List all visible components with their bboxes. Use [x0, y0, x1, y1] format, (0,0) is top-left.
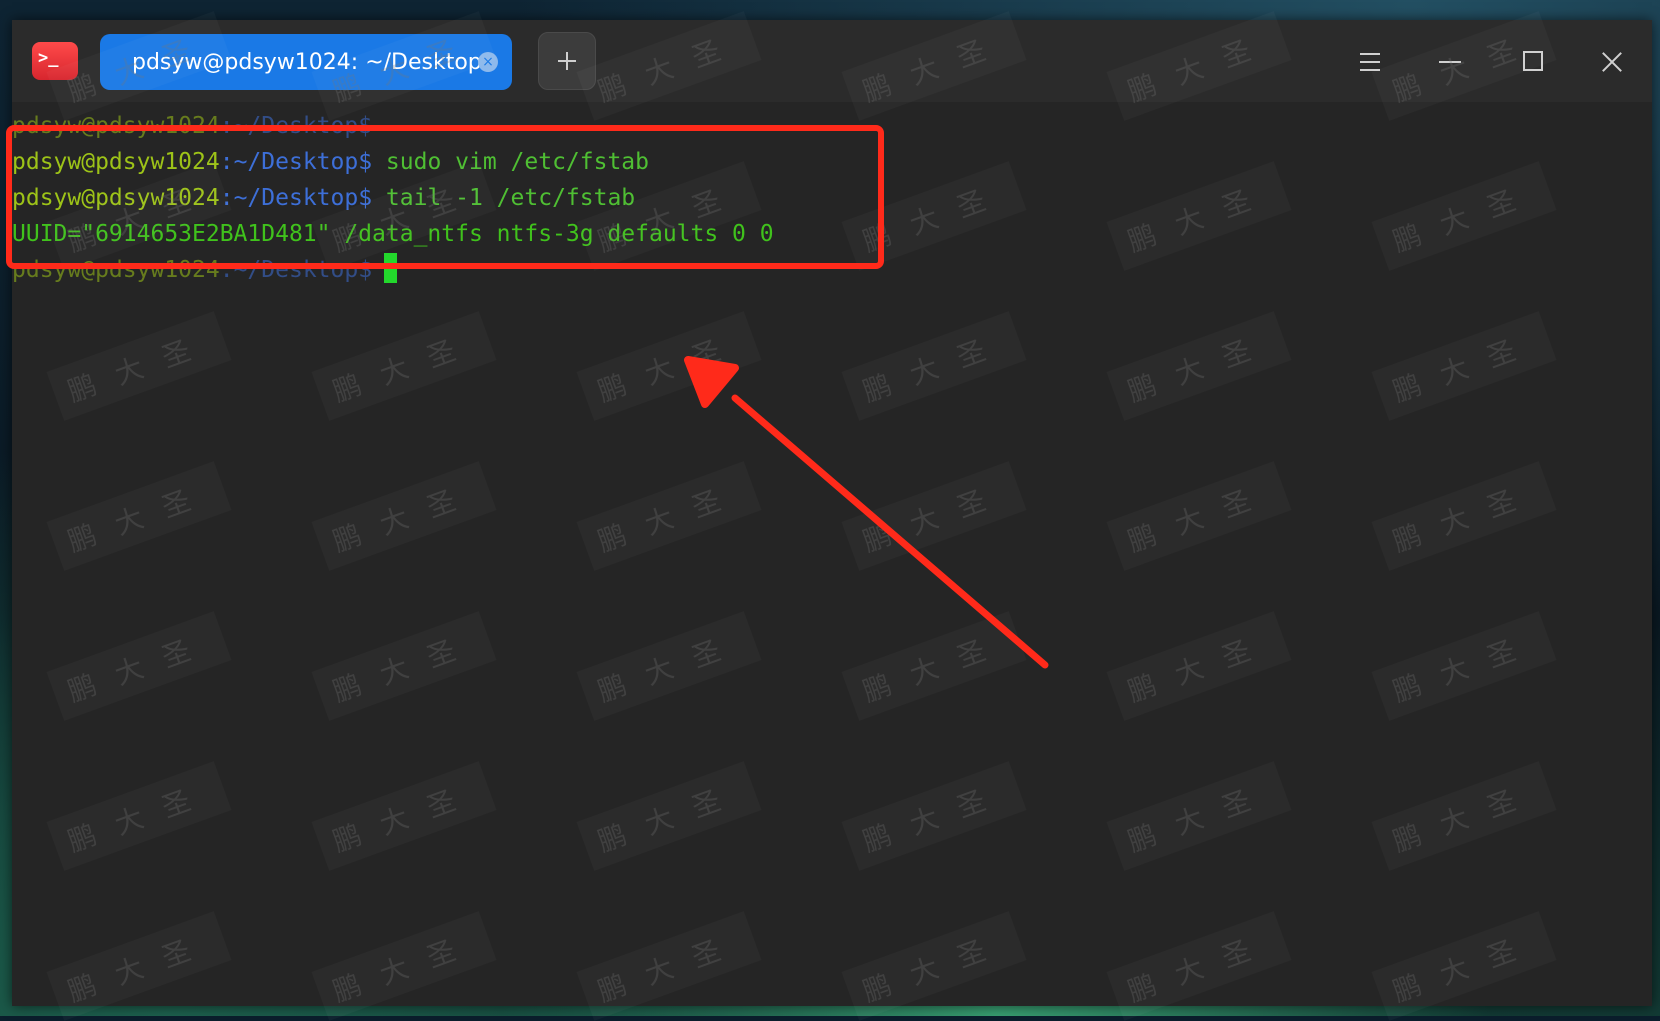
- terminal-line-0: pdsyw@pdsyw1024:~/Desktop$: [12, 108, 372, 144]
- prompt-path: ~/Desktop: [233, 149, 359, 175]
- terminal-line-2: pdsyw@pdsyw1024:~/Desktop$ tail -1 /etc/…: [12, 180, 635, 216]
- new-tab-button[interactable]: [538, 32, 596, 90]
- prompt-separator: :: [219, 113, 234, 139]
- prompt-user: pdsyw@pdsyw1024: [12, 185, 220, 211]
- prompt-user: pdsyw@pdsyw1024: [12, 257, 220, 283]
- terminal-line-1: pdsyw@pdsyw1024:~/Desktop$ sudo vim /etc…: [12, 144, 649, 180]
- close-icon[interactable]: [1592, 42, 1632, 82]
- terminal-app-icon-glyph: >_: [38, 47, 59, 68]
- titlebar: >_ pdsyw@pdsyw1024: ~/Desktop ×: [12, 20, 1652, 102]
- command-output: UUID="6914653E2BA1D481" /data_ntfs ntfs-…: [12, 221, 774, 247]
- command-text: tail -1 /etc/fstab: [372, 185, 636, 211]
- terminal-output-area[interactable]: pdsyw@pdsyw1024:~/Desktop$ pdsyw@pdsyw10…: [12, 102, 1652, 1006]
- prompt-path: ~/Desktop: [233, 113, 359, 139]
- command-text: sudo vim /etc/fstab: [372, 149, 650, 175]
- prompt-user: pdsyw@pdsyw1024: [12, 113, 220, 139]
- menu-icon[interactable]: [1350, 42, 1390, 82]
- prompt-separator: :: [219, 257, 234, 283]
- terminal-line-4: pdsyw@pdsyw1024:~/Desktop$: [12, 252, 398, 288]
- prompt-dollar: $: [358, 149, 373, 175]
- terminal-line-3: UUID="6914653E2BA1D481" /data_ntfs ntfs-…: [12, 216, 774, 252]
- prompt-separator: :: [219, 149, 234, 175]
- maximize-icon[interactable]: [1512, 42, 1552, 82]
- terminal-window: >_ pdsyw@pdsyw1024: ~/Desktop × pdsyw@pd…: [12, 20, 1652, 1006]
- prompt-dollar: $: [358, 257, 373, 283]
- minimize-icon[interactable]: [1430, 42, 1470, 82]
- prompt-dollar: $: [358, 113, 373, 139]
- prompt-user: pdsyw@pdsyw1024: [12, 149, 220, 175]
- tab-title: pdsyw@pdsyw1024: ~/Desktop: [132, 49, 482, 75]
- terminal-app-icon: >_: [32, 42, 78, 80]
- terminal-cursor: [384, 253, 398, 283]
- tab-terminal[interactable]: pdsyw@pdsyw1024: ~/Desktop ×: [100, 34, 512, 90]
- prompt-separator: :: [219, 185, 234, 211]
- tab-close-icon[interactable]: ×: [478, 52, 498, 72]
- prompt-path: ~/Desktop: [233, 185, 359, 211]
- prompt-dollar: $: [358, 185, 373, 211]
- prompt-path: ~/Desktop: [233, 257, 359, 283]
